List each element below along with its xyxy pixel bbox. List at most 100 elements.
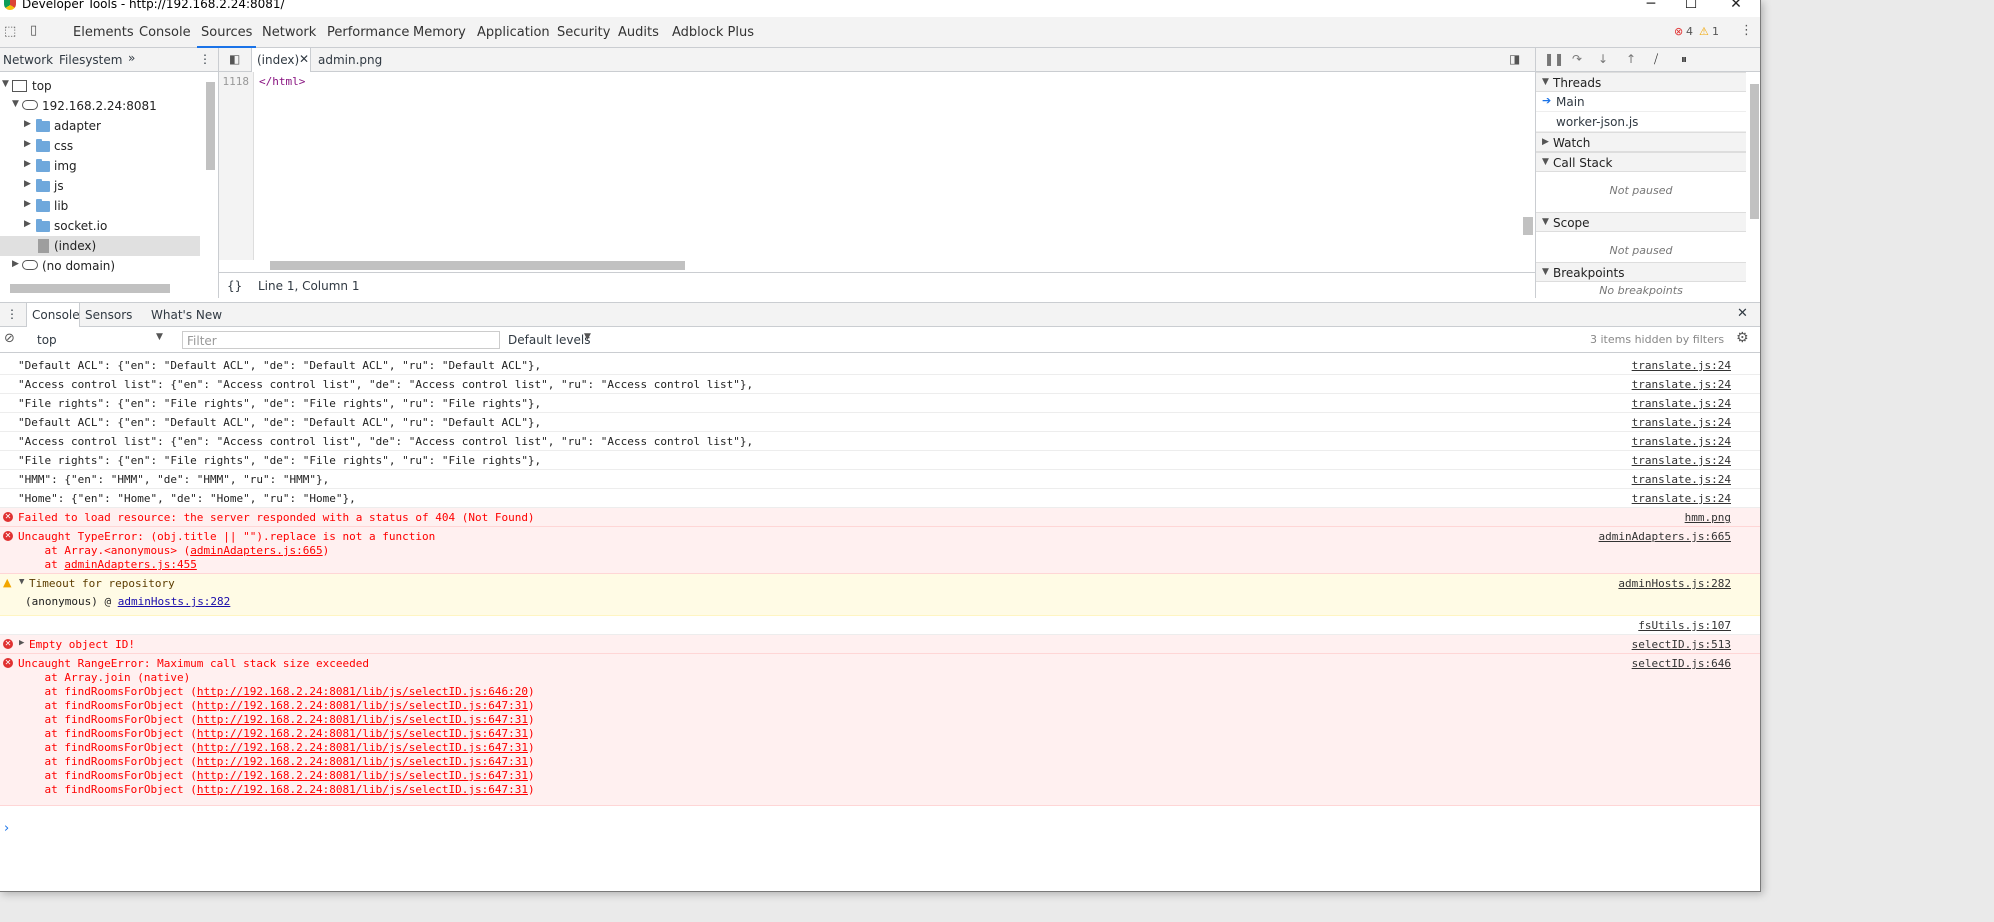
tab-console[interactable]: Console	[139, 25, 191, 40]
clear-console-icon[interactable]: ⊘	[4, 331, 15, 346]
thread-main[interactable]: ➔ Main	[1536, 92, 1746, 112]
navigator-menu-icon[interactable]: ⋮	[199, 52, 211, 66]
expand-arrow-icon[interactable]: ▼	[1542, 157, 1549, 167]
collapse-arrow-icon[interactable]: ▶	[24, 179, 31, 189]
scrollbar-thumb[interactable]	[270, 261, 685, 270]
tree-item-top[interactable]: ▼ top	[0, 76, 200, 96]
stack-link[interactable]: http://192.168.2.24:8081/lib/js/selectID…	[197, 699, 528, 712]
source-link[interactable]: translate.js:24	[1632, 416, 1731, 429]
collapse-arrow-icon[interactable]: ▶	[24, 139, 31, 149]
close-drawer-icon[interactable]: ✕	[1737, 306, 1748, 321]
nav-tab-filesystem[interactable]: Filesystem	[59, 53, 122, 67]
step-out-icon[interactable]: ↑	[1626, 52, 1636, 66]
navigator-hscroll-thumb[interactable]	[10, 284, 170, 293]
dropdown-arrow-icon[interactable]: ▼	[584, 332, 591, 342]
step-over-icon[interactable]: ↷	[1572, 52, 1582, 66]
source-link[interactable]: translate.js:24	[1632, 454, 1731, 467]
source-link[interactable]: translate.js:24	[1632, 359, 1731, 372]
tab-network[interactable]: Network	[262, 25, 316, 40]
tree-item-folder[interactable]: ▶ css	[0, 136, 200, 156]
editor-tab-admin-png[interactable]: admin.png	[318, 53, 382, 67]
inspect-icon[interactable]: ⬚	[4, 24, 16, 39]
source-link[interactable]: fsUtils.js:107	[1638, 619, 1731, 632]
collapse-arrow-icon[interactable]: ▶	[19, 638, 24, 648]
tab-adblock-plus[interactable]: Adblock Plus	[672, 25, 754, 40]
stack-link[interactable]: adminAdapters.js:665	[190, 544, 322, 557]
stack-link[interactable]: http://192.168.2.24:8081/lib/js/selectID…	[197, 713, 528, 726]
dropdown-arrow-icon[interactable]: ▼	[156, 332, 163, 342]
close-window-icon[interactable]: ✕	[1726, 0, 1746, 12]
tree-item-folder[interactable]: ▶ socket.io	[0, 216, 200, 236]
scrollbar-thumb[interactable]	[1523, 217, 1533, 235]
editor-hscroll[interactable]	[255, 258, 1523, 272]
collapse-arrow-icon[interactable]: ▶	[24, 219, 31, 229]
section-breakpoints[interactable]: ▼ Breakpoints	[1536, 262, 1746, 282]
collapse-arrow-icon[interactable]: ▶	[24, 119, 31, 129]
source-link[interactable]: selectID.js:646	[1632, 657, 1731, 670]
error-count-icon[interactable]: ⊗	[1674, 25, 1683, 38]
toggle-debugger-icon[interactable]: ◨	[1509, 52, 1520, 66]
section-call-stack[interactable]: ▼ Call Stack	[1536, 152, 1746, 172]
nav-tab-network[interactable]: Network	[3, 53, 53, 67]
pause-on-exceptions-icon[interactable]: ⏸	[1681, 52, 1687, 67]
context-selector[interactable]: top	[37, 333, 57, 347]
tab-application[interactable]: Application	[477, 25, 550, 40]
source-link[interactable]: selectID.js:513	[1632, 638, 1731, 651]
pause-icon[interactable]: ❚❚	[1544, 52, 1564, 66]
source-link[interactable]: adminHosts.js:282	[1618, 577, 1731, 590]
tree-item-folder[interactable]: ▶ adapter	[0, 116, 200, 136]
code-line[interactable]: </html>	[259, 75, 305, 88]
tab-performance[interactable]: Performance	[327, 25, 409, 40]
tree-item-index[interactable]: (index)	[0, 236, 200, 256]
stack-link[interactable]: http://192.168.2.24:8081/lib/js/selectID…	[197, 755, 528, 768]
close-tab-icon[interactable]: ✕	[299, 52, 309, 66]
editor-vscroll[interactable]	[1521, 72, 1535, 257]
tree-item-folder[interactable]: ▶ lib	[0, 196, 200, 216]
stack-link[interactable]: adminHosts.js:282	[118, 595, 231, 608]
tab-security[interactable]: Security	[557, 25, 610, 40]
tree-item-no-domain[interactable]: ▶ (no domain)	[0, 256, 200, 276]
source-link[interactable]: translate.js:24	[1632, 378, 1731, 391]
collapse-arrow-icon[interactable]: ▶	[24, 199, 31, 209]
debugger-scrollbar[interactable]	[1747, 72, 1760, 298]
stack-link[interactable]: http://192.168.2.24:8081/lib/js/selectID…	[197, 685, 528, 698]
maximize-icon[interactable]: ☐	[1681, 0, 1701, 12]
deactivate-breakpoints-icon[interactable]: ⧸	[1654, 52, 1658, 67]
stack-link[interactable]: http://192.168.2.24:8081/lib/js/selectID…	[197, 741, 528, 754]
source-link[interactable]: hmm.png	[1685, 511, 1731, 524]
tree-item-folder[interactable]: ▶ js	[0, 176, 200, 196]
expand-arrow-icon[interactable]: ▼	[2, 79, 9, 89]
drawer-tab-sensors[interactable]: Sensors	[85, 308, 132, 322]
navigator-scrollbar[interactable]	[203, 72, 217, 272]
tab-memory[interactable]: Memory	[413, 25, 466, 40]
expand-arrow-icon[interactable]: ▼	[1542, 217, 1549, 227]
scrollbar-thumb[interactable]	[206, 82, 215, 170]
code-area[interactable]: 1118 </html>	[219, 72, 1535, 272]
more-options-icon[interactable]: ⋮	[1740, 23, 1753, 38]
device-toolbar-icon[interactable]: ▯	[30, 23, 37, 38]
drawer-tab-console-label[interactable]: Console	[32, 308, 80, 322]
source-link[interactable]: adminAdapters.js:665	[1599, 530, 1731, 543]
scrollbar-thumb[interactable]	[1750, 84, 1759, 219]
step-into-icon[interactable]: ↓	[1598, 52, 1608, 66]
expand-arrow-icon[interactable]: ▼	[19, 577, 24, 587]
drawer-menu-icon[interactable]: ⋮	[6, 307, 18, 321]
expand-arrow-icon[interactable]: ▼	[1542, 77, 1549, 87]
more-tabs-icon[interactable]: »	[128, 51, 135, 65]
thread-worker[interactable]: worker-json.js	[1536, 112, 1746, 132]
stack-link[interactable]: adminAdapters.js:455	[64, 558, 196, 571]
minimize-icon[interactable]: ─	[1641, 0, 1661, 12]
collapse-arrow-icon[interactable]: ▶	[12, 259, 19, 269]
filter-input[interactable]: Filter	[182, 331, 500, 349]
source-link[interactable]: translate.js:24	[1632, 492, 1731, 505]
expand-arrow-icon[interactable]: ▼	[1542, 267, 1549, 277]
stack-link[interactable]: http://192.168.2.24:8081/lib/js/selectID…	[197, 783, 528, 796]
section-threads[interactable]: ▼ Threads	[1536, 72, 1746, 92]
tab-sources[interactable]: Sources	[196, 25, 257, 48]
expand-arrow-icon[interactable]: ▼	[12, 99, 19, 109]
editor-tab-index-label[interactable]: (index)	[257, 53, 299, 67]
tree-item-host[interactable]: ▼ 192.168.2.24:8081	[0, 96, 200, 116]
tab-audits[interactable]: Audits	[618, 25, 659, 40]
console-settings-icon[interactable]: ⚙	[1736, 330, 1749, 346]
tab-elements[interactable]: Elements	[73, 25, 134, 40]
